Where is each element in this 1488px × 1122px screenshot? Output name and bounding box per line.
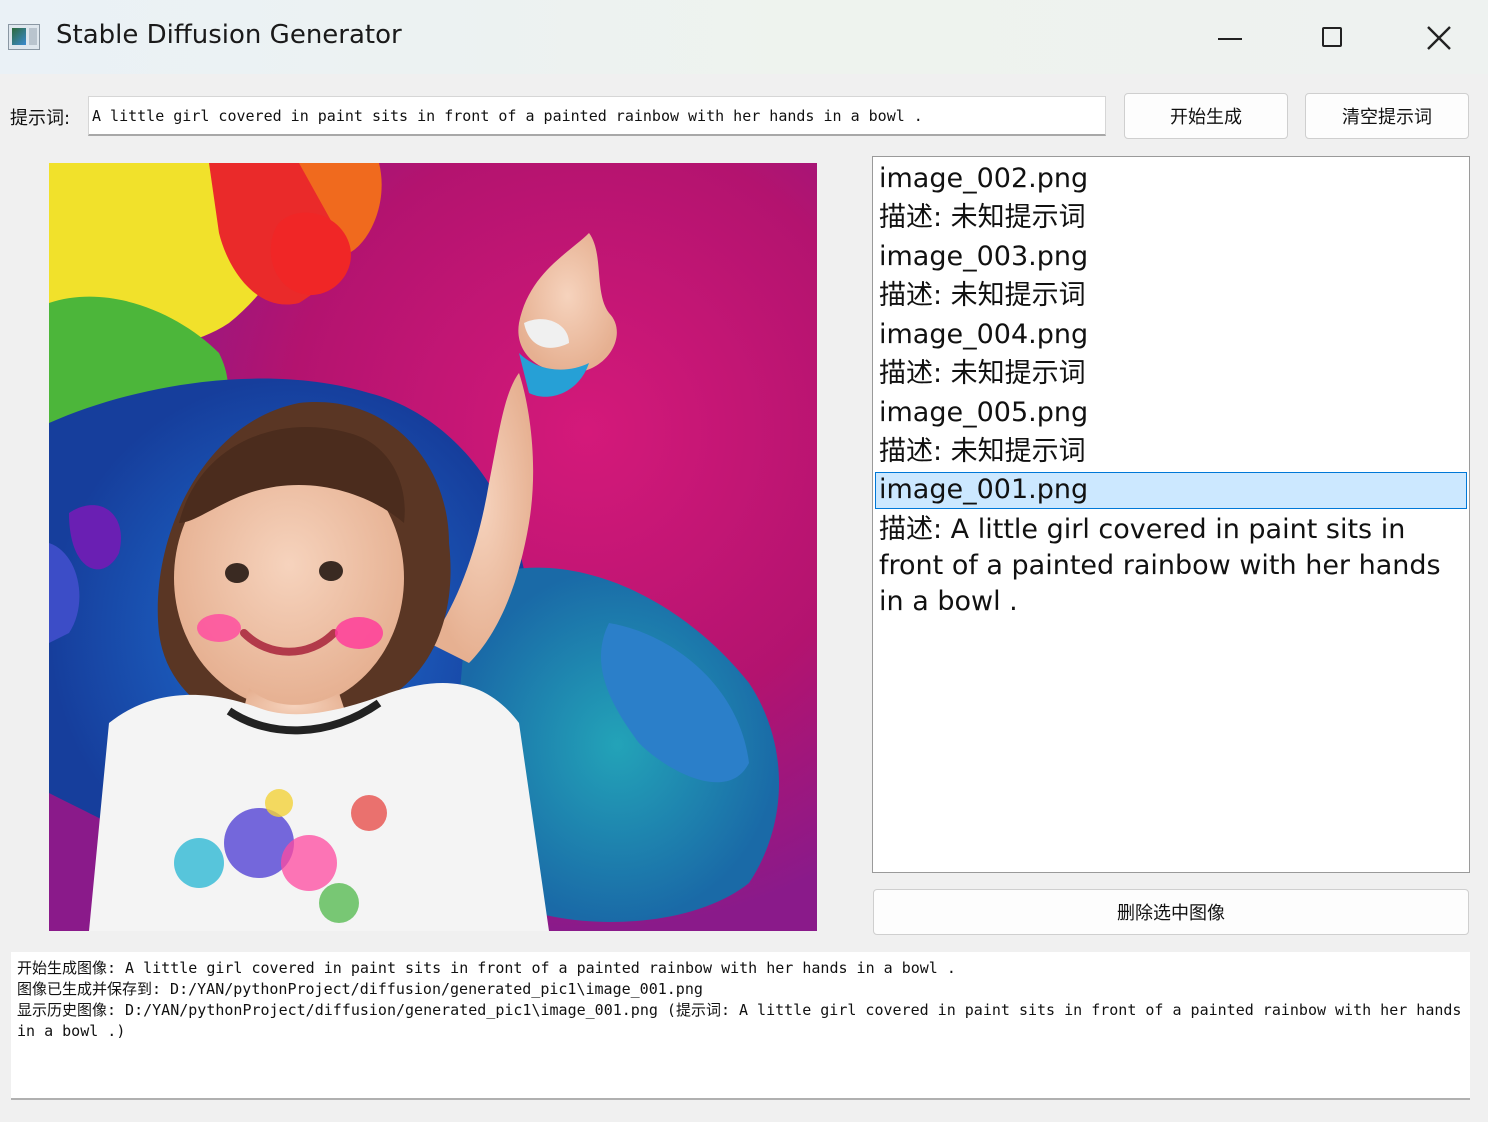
log-line: 显示历史图像: D:/YAN/pythonProject/diffusion/g… — [17, 1001, 1470, 1040]
close-icon — [1427, 26, 1451, 50]
list-item-image-003[interactable]: image_003.png — [879, 239, 1088, 275]
app-icon — [8, 24, 40, 50]
generated-image-art — [49, 163, 817, 931]
list-item-desc-005[interactable]: 描述: 未知提示词 — [879, 434, 1086, 470]
minimize-icon — [1218, 38, 1242, 40]
log-line: 图像已生成并保存到: D:/YAN/pythonProject/diffusio… — [17, 980, 703, 998]
list-item-image-001-selected[interactable]: image_001.png — [875, 472, 1467, 509]
maximize-icon — [1322, 27, 1342, 47]
close-button[interactable] — [1410, 14, 1470, 62]
title-bar[interactable]: Stable Diffusion Generator — [0, 0, 1488, 74]
app-window: Stable Diffusion Generator 提示词: 开始生成 清空提… — [0, 0, 1488, 1122]
start-generate-button[interactable]: 开始生成 — [1124, 93, 1288, 139]
list-item-image-005[interactable]: image_005.png — [879, 395, 1088, 431]
list-item-desc-003[interactable]: 描述: 未知提示词 — [879, 278, 1086, 314]
log-output[interactable]: 开始生成图像: A little girl covered in paint s… — [11, 952, 1470, 1100]
list-item-image-002[interactable]: image_002.png — [879, 161, 1088, 197]
generated-image — [49, 163, 817, 931]
prompt-input[interactable] — [88, 96, 1106, 136]
list-item-image-004[interactable]: image_004.png — [879, 317, 1088, 353]
clear-prompt-button[interactable]: 清空提示词 — [1305, 93, 1469, 139]
list-item-desc-001[interactable]: 描述: A little girl covered in paint sits … — [879, 512, 1457, 620]
log-line: 开始生成图像: A little girl covered in paint s… — [17, 959, 956, 977]
delete-selected-button[interactable]: 删除选中图像 — [873, 889, 1469, 935]
maximize-button[interactable] — [1303, 14, 1363, 62]
window-title: Stable Diffusion Generator — [56, 20, 402, 50]
list-item-desc-002[interactable]: 描述: 未知提示词 — [879, 200, 1086, 236]
history-list[interactable]: image_002.png 描述: 未知提示词 image_003.png 描述… — [872, 156, 1470, 873]
prompt-label: 提示词: — [10, 108, 71, 129]
list-item-desc-004[interactable]: 描述: 未知提示词 — [879, 356, 1086, 392]
minimize-button[interactable] — [1200, 14, 1260, 62]
